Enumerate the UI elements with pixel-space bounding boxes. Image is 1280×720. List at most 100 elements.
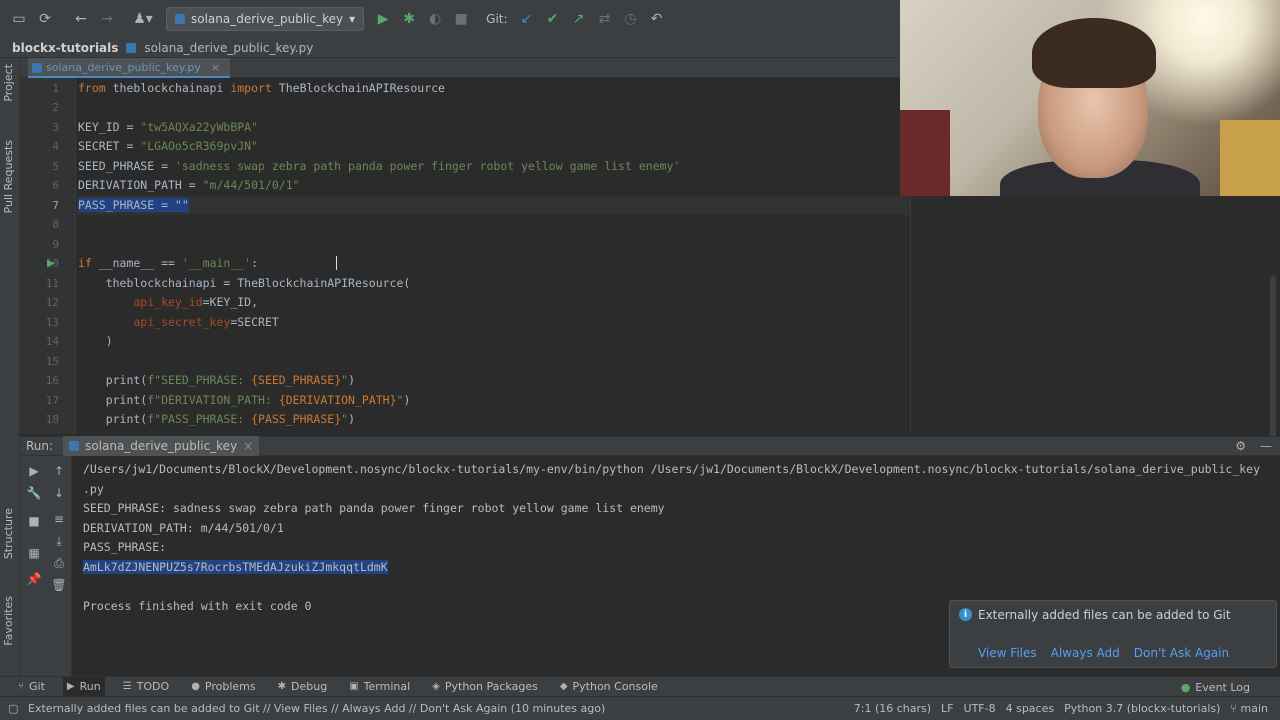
close-icon[interactable]: × bbox=[243, 439, 253, 453]
string-literal: 'sadness swap zebra path panda power fin… bbox=[174, 159, 681, 173]
tool-git[interactable]: ⑂ Git bbox=[14, 677, 49, 697]
status-message[interactable]: Externally added files can be added to G… bbox=[28, 702, 605, 715]
tool-terminal-label: Terminal bbox=[363, 680, 411, 693]
tab-solana-derive-public-key[interactable]: solana_derive_public_key.py × bbox=[28, 58, 231, 78]
line-number: 16 bbox=[45, 374, 59, 387]
run-toolbar: ▶ ↑ 🔧 ↓ ■ ≡ ⤓ ▦ ⎙ 📌 🗑 bbox=[20, 456, 72, 676]
run-tab[interactable]: solana_derive_public_key × bbox=[63, 436, 260, 456]
status-layout-icon[interactable]: ▢ bbox=[8, 702, 18, 715]
tool-terminal[interactable]: ▣ Terminal bbox=[345, 677, 414, 697]
tool-problems[interactable]: ● Problems bbox=[187, 677, 259, 697]
tool-todo[interactable]: ☰ TODO bbox=[119, 677, 173, 697]
rollback-icon[interactable]: ↶ bbox=[646, 8, 668, 30]
code-line-5: SEED_PHRASE = 'sadness swap zebra path p… bbox=[78, 159, 680, 173]
git-commit-icon[interactable]: ✔ bbox=[542, 8, 564, 30]
breadcrumb-project[interactable]: blockx-tutorials bbox=[12, 41, 118, 55]
string-literal: "LGAOo5cR369pvJN" bbox=[140, 139, 259, 153]
tool-python-console[interactable]: ◆ Python Console bbox=[556, 677, 662, 697]
wrench-icon[interactable]: 🔧 bbox=[25, 484, 43, 502]
run-icon[interactable]: ▶ bbox=[372, 8, 394, 30]
tool-run-label: Run bbox=[79, 680, 101, 693]
rerun-icon[interactable]: ▶ bbox=[25, 462, 43, 480]
file-encoding[interactable]: UTF-8 bbox=[964, 702, 996, 715]
code-text: ) bbox=[348, 373, 355, 387]
pull-requests-tool-button[interactable]: Pull Requests bbox=[2, 140, 15, 213]
tool-window-bar: ⑂ Git ▶ Run ☰ TODO ● Problems ✱ Debug ▣ Termin… bbox=[0, 676, 1280, 697]
python-interpreter[interactable]: Python 3.7 (blockx-tutorials) bbox=[1064, 702, 1220, 715]
webcam-person-hair bbox=[1032, 18, 1156, 88]
git-update-icon[interactable]: ↙ bbox=[516, 8, 538, 30]
dont-ask-again-link[interactable]: Don't Ask Again bbox=[1134, 646, 1229, 660]
sync-icon[interactable]: ⟳ bbox=[34, 8, 56, 30]
tool-debug[interactable]: ✱ Debug bbox=[274, 677, 332, 697]
line-number: 13 bbox=[45, 316, 59, 329]
python-console-icon: ◆ bbox=[559, 681, 568, 692]
info-icon: i bbox=[959, 608, 972, 621]
console-line: SEED_PHRASE: sadness swap zebra path pan… bbox=[83, 501, 665, 515]
structure-tool-button[interactable]: Structure bbox=[2, 508, 15, 559]
tool-event-log-label: Event Log bbox=[1195, 680, 1250, 694]
stop-icon[interactable]: ■ bbox=[25, 512, 43, 530]
variable-name: SEED_PHRASE = bbox=[78, 159, 175, 173]
run-panel-header: Run: solana_derive_public_key × ⚙ — bbox=[20, 436, 1280, 456]
git-compare-icon[interactable]: ⇄ bbox=[594, 8, 616, 30]
python-file-icon bbox=[126, 42, 137, 53]
open-folder-icon[interactable]: ▭ bbox=[8, 8, 30, 30]
run-config-selector[interactable]: solana_derive_public_key ▾ bbox=[166, 7, 365, 31]
code-text: theblockchainapi = TheBlockchainAPIResou… bbox=[78, 276, 411, 290]
favorites-tool-button[interactable]: Favorites bbox=[2, 596, 15, 646]
code-line-7: PASS_PHRASE = "" bbox=[78, 198, 189, 212]
indent-setting[interactable]: 4 spaces bbox=[1006, 702, 1055, 715]
breadcrumb-file[interactable]: solana_derive_public_key.py bbox=[144, 41, 313, 55]
print-icon[interactable]: ⎙ bbox=[50, 554, 68, 572]
project-tool-button[interactable]: Project bbox=[2, 64, 15, 102]
code-line-18: print(f"PASS_PHRASE: {PASS_PHRASE}") bbox=[78, 412, 355, 426]
left-tool-strip: Project Pull Requests Structure Favorite… bbox=[0, 58, 20, 676]
run-gutter-icon[interactable]: ▶ bbox=[47, 258, 55, 269]
forward-icon[interactable]: → bbox=[96, 8, 118, 30]
trash-icon[interactable]: 🗑 bbox=[50, 576, 68, 594]
string-literal: '__main__' bbox=[181, 256, 252, 270]
keyword: import bbox=[230, 81, 272, 95]
tool-todo-label: TODO bbox=[136, 680, 170, 693]
code-editor[interactable]: 1 2 3 4 5 6 7 8 9 10 11 12 13 14 15 16 1… bbox=[20, 78, 910, 434]
soft-wrap-icon[interactable]: ≡ bbox=[50, 510, 68, 528]
code-line-13: api_secret_key=SECRET bbox=[78, 315, 278, 329]
code-text: =KEY_ID, bbox=[202, 295, 259, 309]
line-separator[interactable]: LF bbox=[941, 702, 953, 715]
code-line-3: KEY_ID = "tw5AQXa22yWbBPA" bbox=[78, 120, 258, 134]
debug-icon[interactable]: ✱ bbox=[398, 8, 420, 30]
stop-icon[interactable]: ■ bbox=[450, 8, 472, 30]
coverage-icon[interactable]: ◐ bbox=[424, 8, 446, 30]
git-branch[interactable]: ⑂ main bbox=[1230, 702, 1268, 715]
minimize-icon[interactable]: — bbox=[1260, 439, 1272, 453]
code-line-17: print(f"DERIVATION_PATH: {DERIVATION_PAT… bbox=[78, 393, 411, 407]
always-add-link[interactable]: Always Add bbox=[1051, 646, 1120, 660]
scroll-down-icon[interactable]: ↓ bbox=[50, 484, 68, 502]
run-config-label: solana_derive_public_key bbox=[191, 12, 344, 26]
git-branch-label: main bbox=[1240, 702, 1268, 715]
gear-icon[interactable]: ⚙ bbox=[1235, 439, 1246, 453]
tool-event-log[interactable]: ● Event Log bbox=[1181, 677, 1250, 697]
line-number: 12 bbox=[45, 296, 59, 309]
git-push-icon[interactable]: ↗ bbox=[568, 8, 590, 30]
code-text: : bbox=[251, 256, 259, 270]
status-bar: ▢ Externally added files can be added to… bbox=[0, 696, 1280, 720]
code-line-16: print(f"SEED_PHRASE: {SEED_PHRASE}") bbox=[78, 373, 355, 387]
pin-icon[interactable]: 📌 bbox=[25, 570, 43, 588]
tool-run[interactable]: ▶ Run bbox=[62, 676, 105, 697]
scroll-to-end-icon[interactable]: ⤓ bbox=[50, 532, 68, 550]
git-history-icon[interactable]: ◷ bbox=[620, 8, 642, 30]
console-exit-line: Process finished with exit code 0 bbox=[83, 599, 312, 613]
editor-tabs: solana_derive_public_key.py × bbox=[20, 58, 910, 78]
scroll-up-icon[interactable]: ↑ bbox=[50, 462, 68, 480]
code-text: ) bbox=[348, 412, 355, 426]
user-icon[interactable]: ♟▾ bbox=[132, 8, 154, 30]
caret-position[interactable]: 7:1 (16 chars) bbox=[854, 702, 931, 715]
ide-window: ▭ ⟳ ← → ♟▾ solana_derive_public_key ▾ ▶ … bbox=[0, 0, 1280, 720]
close-icon[interactable]: × bbox=[211, 61, 220, 74]
layout-icon[interactable]: ▦ bbox=[25, 544, 43, 562]
back-icon[interactable]: ← bbox=[70, 8, 92, 30]
tool-python-packages[interactable]: ◈ Python Packages bbox=[428, 677, 542, 697]
view-files-link[interactable]: View Files bbox=[978, 646, 1037, 660]
